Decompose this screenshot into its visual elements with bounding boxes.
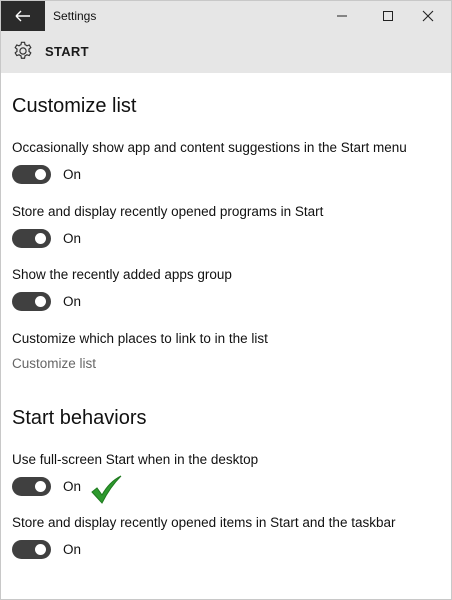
toggle-knob xyxy=(35,543,46,555)
setting-toggle-row-suggestions: On xyxy=(12,164,81,184)
green-checkmark-icon xyxy=(91,475,122,504)
setting-label-recent-apps-group: Show the recently added apps group xyxy=(12,267,232,282)
title-bar: Settings xyxy=(1,1,451,31)
toggle-knob xyxy=(35,480,46,492)
setting-toggle-row-recent-programs: On xyxy=(12,228,81,248)
setting-label-recent-items: Store and display recently opened items … xyxy=(12,515,396,530)
back-button[interactable] xyxy=(1,1,45,31)
toggle-state-label: On xyxy=(63,541,82,557)
customize-list-link[interactable]: Customize list xyxy=(12,356,96,371)
toggle-knob xyxy=(35,168,46,180)
settings-window: Settings START Customize list Occasional… xyxy=(0,0,452,600)
page-title: START xyxy=(45,44,89,59)
setting-toggle-row-recent-apps-group: On xyxy=(12,291,81,311)
setting-label-full-screen-start: Use full-screen Start when in the deskto… xyxy=(12,452,259,467)
toggle-state-label: On xyxy=(63,230,82,246)
section-title-customize-list: Customize list xyxy=(12,95,137,117)
customize-places-label: Customize which places to link to in the… xyxy=(12,331,268,346)
setting-toggle-row-recent-items: On xyxy=(12,539,81,559)
recent-items-toggle[interactable] xyxy=(12,539,51,559)
recent-apps-group-toggle[interactable] xyxy=(12,291,51,311)
gear-icon xyxy=(14,41,32,59)
close-icon xyxy=(422,10,434,22)
suggestions-toggle[interactable] xyxy=(12,164,51,184)
toggle-knob xyxy=(35,295,46,307)
setting-label-suggestions: Occasionally show app and content sugges… xyxy=(12,140,407,155)
toggle-knob xyxy=(35,232,46,244)
section-title-start-behaviors: Start behaviors xyxy=(12,407,147,429)
toggle-state-label: On xyxy=(63,166,82,182)
full-screen-start-toggle[interactable] xyxy=(12,476,51,496)
close-button[interactable] xyxy=(405,1,451,31)
setting-label-recent-programs: Store and display recently opened progra… xyxy=(12,204,324,219)
page-header: START xyxy=(1,31,451,73)
maximize-icon xyxy=(383,11,393,21)
window-title: Settings xyxy=(53,9,97,23)
toggle-state-label: On xyxy=(63,293,82,309)
back-arrow-icon xyxy=(15,10,30,22)
minimize-icon xyxy=(337,15,347,17)
toggle-state-label: On xyxy=(63,478,82,494)
setting-toggle-row-full-screen-start: On xyxy=(12,476,81,496)
recent-programs-toggle[interactable] xyxy=(12,228,51,248)
minimize-button[interactable] xyxy=(319,1,365,31)
